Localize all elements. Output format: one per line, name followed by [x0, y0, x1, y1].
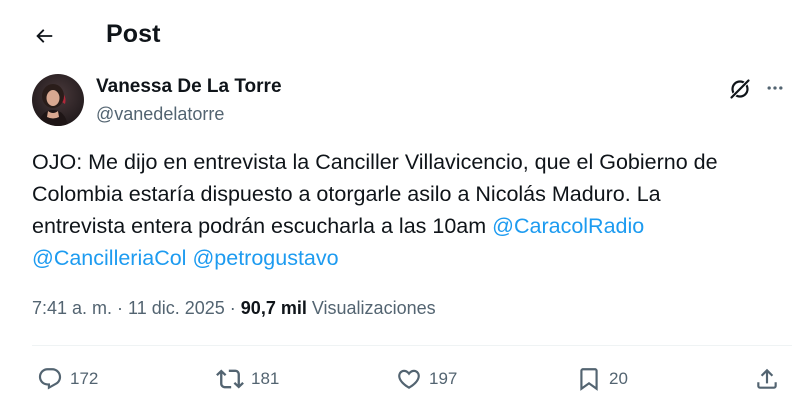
author-name[interactable]: Vanessa De La Torre — [96, 76, 282, 98]
avatar[interactable] — [32, 74, 84, 126]
profile-photo — [32, 74, 84, 126]
page-title: Post — [106, 20, 161, 48]
share-button[interactable] — [754, 364, 780, 394]
repost-count: 181 — [251, 369, 280, 388]
tweet-text-line: entrevista entera podrán escucharla a la… — [32, 210, 792, 242]
meta-separator: · — [224, 298, 241, 318]
tweet-text-segment: Colombia estaría dispuesto a otorgarle a… — [32, 182, 661, 206]
tweet-text-segment: OJO: Me dijo en entrevista la Canciller … — [32, 150, 718, 174]
more-options-button[interactable] — [762, 75, 788, 101]
more-dots-icon — [767, 86, 783, 90]
bookmark-count: 20 — [609, 369, 628, 388]
reply-button[interactable]: 172 — [37, 364, 98, 394]
page-header: Post — [0, 0, 812, 70]
author-handle[interactable]: @vanedelatorre — [96, 104, 224, 125]
mention-link[interactable]: @petrogustavo — [192, 246, 338, 270]
arrow-left-icon — [36, 29, 53, 43]
views-label: Visualizaciones — [311, 298, 436, 318]
back-button[interactable] — [26, 18, 62, 54]
mention-link[interactable]: @CancilleriaCol — [32, 246, 186, 270]
divider — [32, 345, 792, 346]
mention-link[interactable]: @CaracolRadio — [492, 214, 644, 238]
repost-icon — [216, 369, 244, 389]
reply-count: 172 — [70, 369, 99, 388]
tweet-text-line: @CancilleriaCol @petrogustavo — [32, 242, 792, 274]
reply-icon — [38, 368, 62, 390]
tweet-text-segment: entrevista entera podrán escucharla a la… — [32, 214, 493, 238]
tweet-date[interactable]: 11 dic. 2025 — [128, 298, 225, 318]
repost-button[interactable]: 181 — [216, 364, 279, 394]
grok-button[interactable] — [726, 75, 754, 103]
tweet-text-line: Colombia estaría dispuesto a otorgarle a… — [32, 178, 792, 210]
views-count: 90,7 mil — [240, 298, 307, 318]
share-icon — [757, 368, 777, 389]
bookmark-button[interactable]: 20 — [576, 364, 628, 394]
bookmark-icon — [580, 368, 598, 391]
heart-icon — [398, 369, 420, 389]
like-button[interactable]: 197 — [396, 364, 457, 394]
grok-icon — [730, 79, 750, 99]
tweet-time[interactable]: 7:41 a. m. — [32, 298, 112, 318]
tweet-meta: 7:41 a. m. · 11 dic. 2025 · 90,7 mil Vis… — [32, 298, 436, 319]
tweet-text: OJO: Me dijo en entrevista la Canciller … — [32, 146, 792, 274]
meta-separator: · — [112, 298, 129, 318]
tweet-text-line: OJO: Me dijo en entrevista la Canciller … — [32, 146, 792, 178]
like-count: 197 — [429, 369, 458, 388]
